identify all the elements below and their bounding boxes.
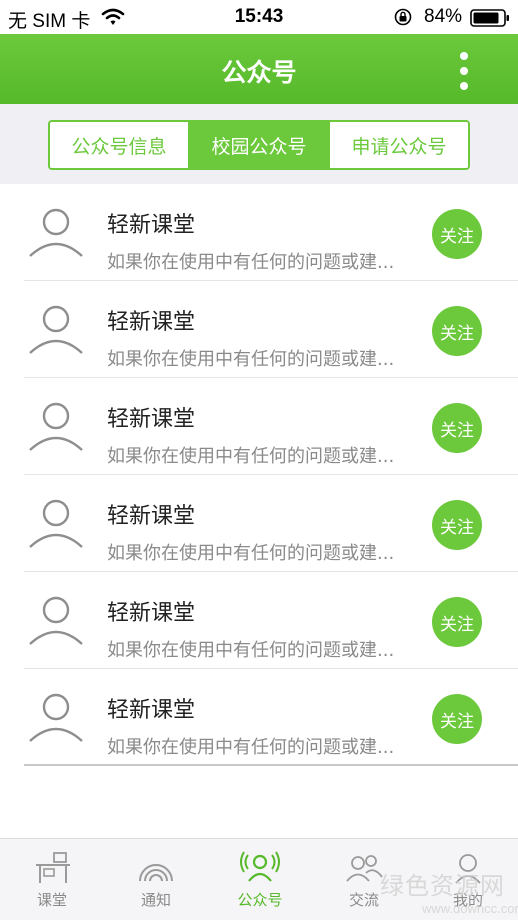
account-name: 轻新课堂 (107, 601, 196, 626)
avatar-icon (29, 402, 83, 451)
app-header: 公众号 (0, 34, 518, 104)
tabbar-item-classroom[interactable]: 课堂 (0, 839, 104, 920)
list-item[interactable]: 轻新课堂 如果你在使用中有任何的问题或建... 关注 (0, 184, 518, 281)
broadcast-icon (139, 864, 173, 882)
tabbar-item-notification[interactable]: 通知 (104, 839, 208, 920)
public-account-icon (240, 851, 280, 882)
account-name: 轻新课堂 (107, 504, 196, 529)
tab-apply-public-account[interactable]: 申请公众号 (330, 122, 468, 168)
list-item[interactable]: 轻新课堂 如果你在使用中有任何的问题或建... 关注 (0, 475, 518, 572)
avatar-icon (29, 693, 83, 742)
follow-button[interactable]: 关注 (432, 306, 482, 356)
watermark: 绿色资源网 www.downcc.com (380, 866, 518, 916)
account-description: 如果你在使用中有任何的问题或建... (107, 349, 395, 370)
segment-tabs: 公众号信息 校园公众号 申请公众号 (48, 120, 470, 170)
list-item[interactable]: 轻新课堂 如果你在使用中有任何的问题或建... 关注 (0, 669, 518, 766)
classroom-icon (36, 852, 70, 883)
follow-button[interactable]: 关注 (432, 209, 482, 259)
community-icon (346, 855, 383, 882)
more-vertical-icon[interactable] (452, 49, 476, 91)
tabbar-item-public-account[interactable]: 公众号 (208, 839, 312, 920)
account-description: 如果你在使用中有任何的问题或建... (107, 640, 395, 661)
list-item[interactable]: 轻新课堂 如果你在使用中有任何的问题或建... 关注 (0, 572, 518, 669)
watermark-sub: www.downcc.com (422, 901, 518, 916)
status-bar: 无 SIM 卡 15:43 84% (0, 0, 518, 34)
avatar-icon (29, 596, 83, 645)
avatar-icon (29, 208, 83, 257)
tabbar-label: 公众号 (237, 891, 283, 909)
account-list: 轻新课堂 如果你在使用中有任何的问题或建... 关注 轻新课堂 如果你在使用中有… (0, 184, 518, 766)
battery-percent: 84% (424, 6, 463, 27)
watermark-main: 绿色资源网 (380, 873, 505, 900)
follow-button[interactable]: 关注 (432, 403, 482, 453)
account-name: 轻新课堂 (107, 310, 196, 335)
list-item[interactable]: 轻新课堂 如果你在使用中有任何的问题或建... 关注 (0, 378, 518, 475)
segment-tabs-area: 公众号信息 校园公众号 申请公众号 (0, 104, 518, 184)
battery-icon (470, 9, 509, 27)
avatar-icon (29, 305, 83, 354)
divider (24, 764, 518, 766)
account-name: 轻新课堂 (107, 213, 196, 238)
account-name: 轻新课堂 (107, 698, 196, 723)
avatar-icon (29, 499, 83, 548)
follow-button[interactable]: 关注 (432, 500, 482, 550)
tab-public-account-info[interactable]: 公众号信息 (50, 122, 190, 168)
follow-button[interactable]: 关注 (432, 597, 482, 647)
tabbar-label: 通知 (140, 891, 171, 909)
follow-button[interactable]: 关注 (432, 694, 482, 744)
page-title: 公众号 (221, 58, 297, 87)
tab-campus-public-account[interactable]: 校园公众号 (190, 122, 330, 168)
account-description: 如果你在使用中有任何的问题或建... (107, 252, 395, 273)
tabbar-label: 课堂 (36, 891, 67, 909)
account-description: 如果你在使用中有任何的问题或建... (107, 543, 395, 564)
account-description: 如果你在使用中有任何的问题或建... (107, 737, 395, 758)
list-item[interactable]: 轻新课堂 如果你在使用中有任何的问题或建... 关注 (0, 281, 518, 378)
account-description: 如果你在使用中有任何的问题或建... (107, 446, 395, 467)
account-name: 轻新课堂 (107, 407, 196, 432)
rotation-lock-icon (394, 8, 412, 26)
